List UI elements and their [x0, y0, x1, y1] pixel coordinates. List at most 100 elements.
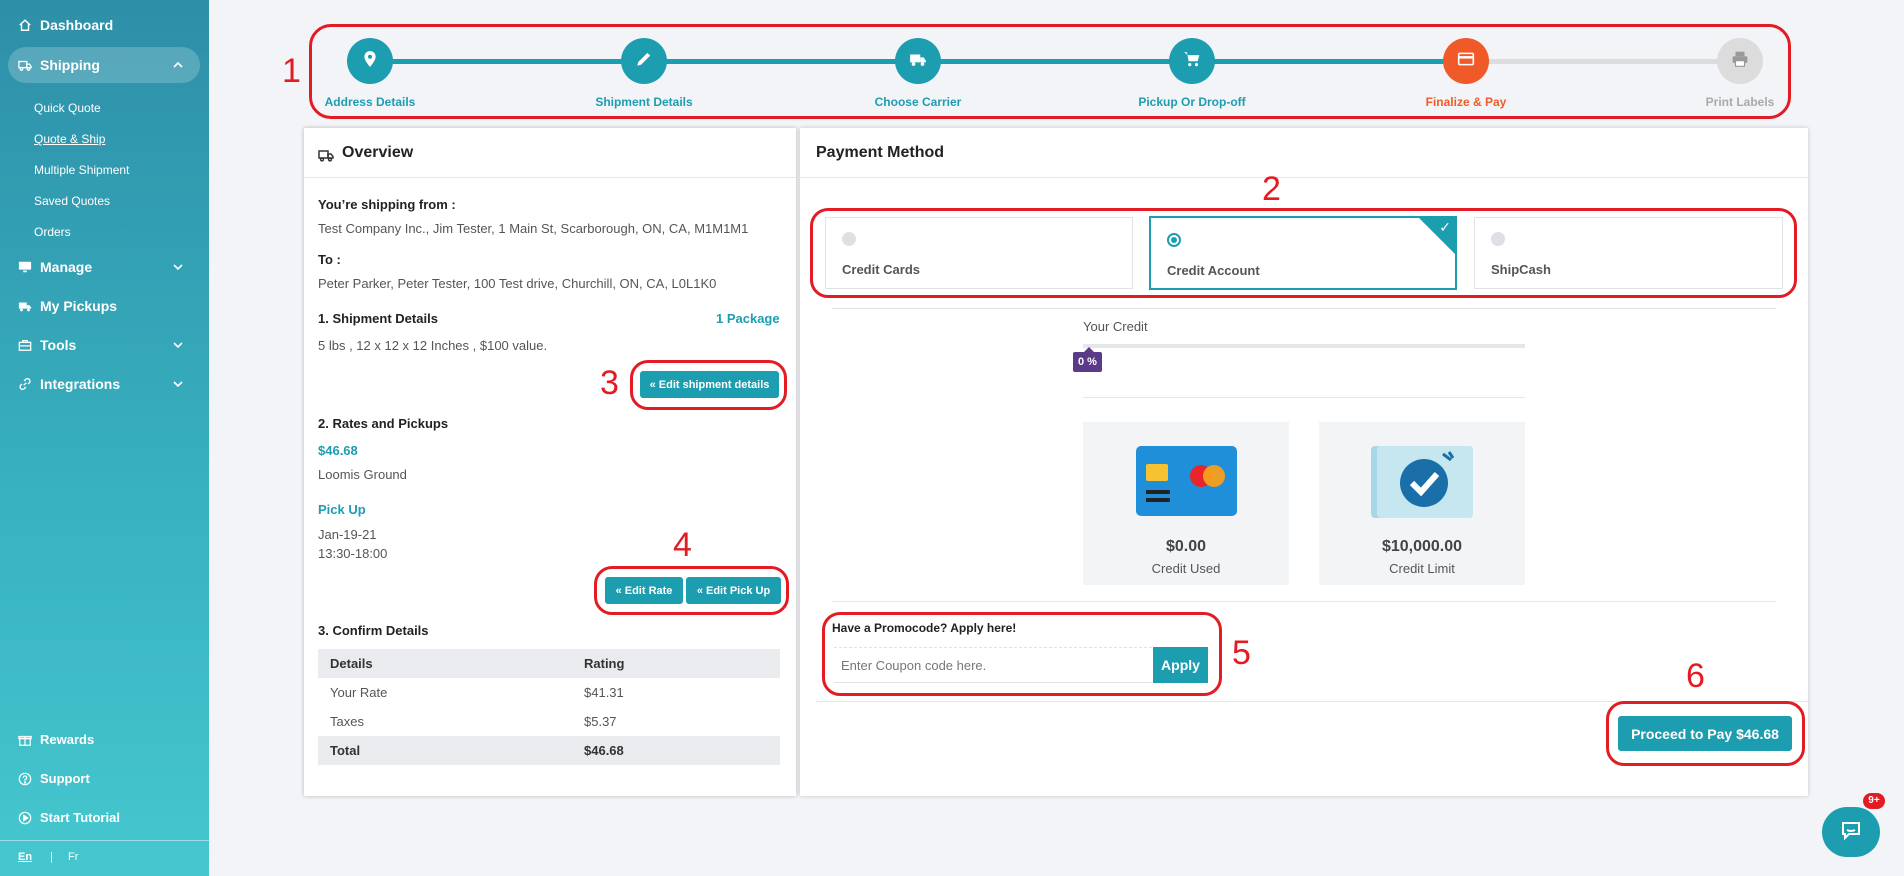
lang-en-link[interactable]: En — [18, 851, 32, 863]
annotation-1: 1 — [282, 52, 301, 90]
package-count-link[interactable]: 1 Package — [716, 311, 780, 326]
payment-option-credit-cards[interactable]: Credit Cards — [825, 217, 1133, 289]
approved-check-illustration-icon — [1371, 446, 1473, 518]
table-header-row: Details Rating — [318, 649, 780, 678]
table-row: Your Rate $41.31 — [318, 678, 780, 707]
divider — [1083, 397, 1525, 398]
sidebar-item-label: My Pickups — [40, 298, 118, 314]
chevron-down-icon[interactable] — [172, 338, 184, 350]
payment-option-label: Credit Account — [1167, 263, 1260, 278]
shipment-details-value: 5 lbs , 12 x 12 x 12 Inches , $100 value… — [318, 338, 548, 353]
sidebar-item-integrations[interactable]: Integrations — [18, 376, 120, 392]
sidebar: Dashboard Shipping Quick Quote Quote & S… — [0, 0, 209, 876]
check-icon: ✓ — [1439, 219, 1451, 235]
pickup-label: Pick Up — [318, 502, 366, 517]
annotation-5: 5 — [1232, 634, 1251, 672]
chat-notification-badge: 9+ — [1863, 793, 1885, 809]
step-label-print-labels[interactable]: Print Labels — [1650, 95, 1830, 109]
home-icon — [18, 18, 32, 32]
step-finalize-pay[interactable] — [1443, 38, 1489, 84]
monitor-icon — [18, 260, 32, 274]
edit-pickup-button[interactable]: « Edit Pick Up — [686, 577, 781, 604]
divider — [832, 308, 1776, 309]
rates-pickups-heading: 2. Rates and Pickups — [318, 416, 449, 431]
sidebar-item-tools[interactable]: Tools — [18, 337, 76, 353]
sidebar-item-label: Shipping — [40, 57, 100, 73]
payment-option-label: ShipCash — [1491, 262, 1551, 277]
sidebar-subitem-quick-quote[interactable]: Quick Quote — [34, 101, 101, 115]
step-label-address-details[interactable]: Address Details — [280, 95, 460, 109]
shipping-from-address: Test Company Inc., Jim Tester, 1 Main St… — [318, 221, 749, 236]
step-print-labels[interactable] — [1717, 38, 1763, 84]
shipping-from-label: You’re shipping from : — [318, 197, 456, 212]
chevron-down-icon[interactable] — [172, 260, 184, 272]
chevron-up-icon[interactable] — [172, 58, 184, 70]
radio-credit-cards[interactable] — [842, 232, 856, 246]
sidebar-item-label: Manage — [40, 259, 93, 275]
sidebar-item-my-pickups[interactable]: My Pickups — [18, 298, 117, 314]
divider — [832, 601, 1776, 602]
lang-separator: | — [50, 851, 53, 863]
payment-option-shipcash[interactable]: ShipCash — [1474, 217, 1783, 289]
truck-icon — [18, 299, 32, 313]
annotation-6: 6 — [1686, 657, 1705, 695]
sidebar-item-start-tutorial[interactable]: Start Tutorial — [18, 810, 120, 825]
sidebar-item-dashboard[interactable]: Dashboard — [18, 17, 113, 33]
step-label-pickup-dropoff[interactable]: Pickup Or Drop-off — [1102, 95, 1282, 109]
pickup-date: Jan-19-21 — [318, 527, 377, 542]
chat-button[interactable] — [1822, 807, 1880, 857]
step-shipment-details[interactable] — [621, 38, 667, 84]
your-credit-label: Your Credit — [1083, 319, 1148, 334]
cart-icon — [1183, 50, 1201, 73]
sidebar-item-shipping[interactable]: Shipping — [18, 57, 100, 73]
payment-method-title: Payment Method — [816, 144, 945, 161]
help-circle-icon — [18, 772, 32, 786]
annotation-3: 3 — [600, 364, 619, 402]
table-header-rating: Rating — [584, 656, 625, 671]
sidebar-subitem-orders[interactable]: Orders — [34, 225, 71, 239]
radio-credit-account[interactable] — [1167, 233, 1181, 247]
credit-used-card: $0.00 Credit Used — [1083, 422, 1289, 585]
lang-fr-link[interactable]: Fr — [68, 851, 78, 863]
table-total-row: Total $46.68 — [318, 736, 780, 765]
sidebar-item-manage[interactable]: Manage — [18, 259, 92, 275]
step-address-details[interactable] — [347, 38, 393, 84]
sidebar-item-rewards[interactable]: Rewards — [18, 732, 94, 747]
overview-title: Overview — [342, 144, 414, 161]
stepper-pending-line — [1466, 59, 1740, 64]
edit-rate-button[interactable]: « Edit Rate — [605, 577, 683, 604]
chevron-down-icon[interactable] — [172, 377, 184, 389]
radio-shipcash[interactable] — [1491, 232, 1505, 246]
link-icon — [18, 377, 32, 391]
gift-icon — [18, 733, 32, 747]
play-circle-icon — [18, 811, 32, 825]
truck-icon — [909, 50, 927, 73]
toolbox-icon — [18, 338, 32, 352]
apply-coupon-button[interactable]: Apply — [1153, 647, 1208, 683]
sidebar-item-label: Dashboard — [40, 17, 114, 33]
divider — [304, 177, 796, 178]
sidebar-subitem-quote-ship[interactable]: Quote & Ship — [34, 132, 105, 146]
coupon-code-input[interactable] — [834, 647, 1152, 683]
table-cell: $5.37 — [584, 714, 617, 729]
step-label-finalize-pay[interactable]: Finalize & Pay — [1376, 95, 1556, 109]
sidebar-subitem-multiple-shipment[interactable]: Multiple Shipment — [34, 163, 129, 177]
pickup-time: 13:30-18:00 — [318, 546, 388, 561]
step-pickup-dropoff[interactable] — [1169, 38, 1215, 84]
table-row: Taxes $5.37 — [318, 707, 780, 736]
credit-progress-track — [1083, 344, 1525, 348]
payment-option-credit-account[interactable]: Credit Account ✓ — [1149, 216, 1457, 290]
step-label-choose-carrier[interactable]: Choose Carrier — [828, 95, 1008, 109]
sidebar-item-support[interactable]: Support — [18, 771, 90, 786]
promocode-label: Have a Promocode? Apply here! — [832, 621, 1017, 635]
step-choose-carrier[interactable] — [895, 38, 941, 84]
table-header-details: Details — [330, 656, 373, 671]
proceed-to-pay-button[interactable]: Proceed to Pay $46.68 — [1618, 716, 1792, 751]
credit-percent-badge: 0 % — [1073, 352, 1102, 372]
step-label-shipment-details[interactable]: Shipment Details — [554, 95, 734, 109]
annotation-box-stepper — [309, 24, 1791, 119]
credit-limit-card: $10,000.00 Credit Limit — [1319, 422, 1525, 585]
table-cell: Your Rate — [330, 685, 388, 700]
edit-shipment-details-button[interactable]: « Edit shipment details — [640, 371, 779, 398]
sidebar-subitem-saved-quotes[interactable]: Saved Quotes — [34, 194, 110, 208]
